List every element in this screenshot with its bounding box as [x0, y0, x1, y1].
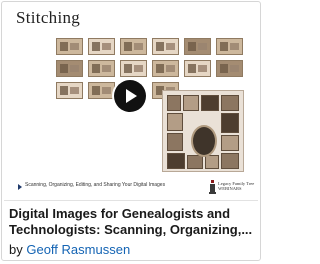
composite-cell — [201, 95, 219, 111]
slide-title: Stitching — [16, 8, 81, 27]
composite-cell — [221, 153, 239, 169]
composite-cell — [221, 135, 239, 151]
composite-cell — [183, 95, 199, 111]
composite-cell — [221, 113, 239, 133]
course-card[interactable]: Stitching Scanning, Organizing, Editing,… — [1, 1, 261, 261]
photo-thumbnail — [120, 38, 147, 55]
photo-thumbnail — [56, 82, 83, 99]
photo-thumbnail — [56, 38, 83, 55]
photo-thumbnail — [184, 38, 211, 55]
photo-thumbnail — [216, 38, 243, 55]
composite-cell — [205, 155, 219, 169]
legacy-logo: Legacy Family Tree WEBINARS — [209, 180, 254, 196]
photo-thumbnail — [120, 60, 147, 77]
composite-cell — [167, 113, 183, 131]
photo-thumbnail — [56, 60, 83, 77]
author-row: by Geoff Rasmussen — [9, 242, 130, 257]
legacy-logo-icon — [209, 180, 216, 194]
play-button-icon[interactable] — [114, 80, 146, 112]
photo-thumbnail — [88, 38, 115, 55]
composite-cell — [167, 133, 183, 151]
stitched-composite-image — [162, 90, 244, 172]
author-link[interactable]: Geoff Rasmussen — [26, 242, 130, 257]
play-triangle-icon — [18, 184, 22, 190]
slide-caption: Scanning, Organizing, Editing, and Shari… — [25, 182, 166, 188]
photo-thumbnail — [152, 38, 179, 55]
photo-thumbnail — [216, 60, 243, 77]
course-title-line-1: Digital Images for Genealogists and — [9, 206, 231, 221]
course-title[interactable]: Digital Images for Genealogists and Tech… — [9, 206, 257, 238]
photo-thumbnail — [88, 60, 115, 77]
photo-thumbnail — [152, 60, 179, 77]
video-thumbnail[interactable]: Stitching Scanning, Organizing, Editing,… — [4, 4, 258, 201]
photo-thumbnail — [88, 82, 115, 99]
logo-text: Legacy Family Tree WEBINARS — [218, 181, 255, 191]
oval-portrait — [191, 125, 217, 157]
composite-cell — [167, 153, 185, 169]
photo-thumbnail — [184, 60, 211, 77]
composite-cell — [187, 155, 203, 169]
composite-cell — [167, 95, 181, 111]
composite-cell — [221, 95, 239, 111]
author-prefix: by — [9, 242, 23, 257]
course-title-line-2: Technologists: Scanning, Organizing,... — [9, 222, 253, 237]
